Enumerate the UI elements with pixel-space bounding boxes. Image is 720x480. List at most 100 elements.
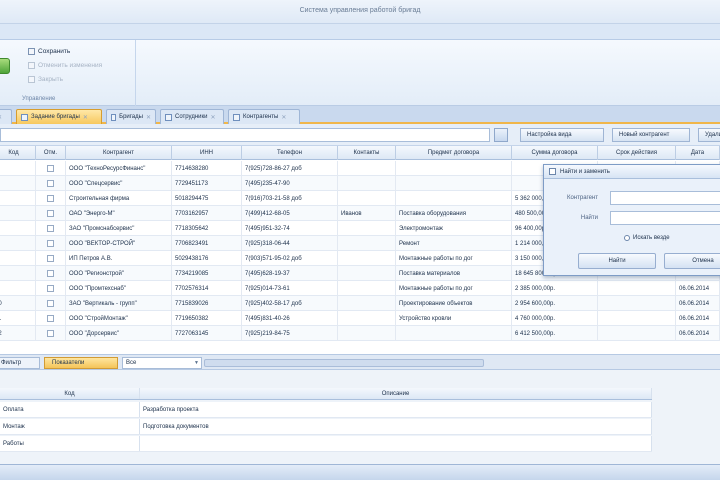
row-checkbox[interactable] bbox=[47, 300, 54, 307]
details-cell: Подготовка документов bbox=[140, 419, 652, 434]
table-row[interactable]: 11 ООО "СтройМонтаж"77196503827(495)831-4… bbox=[0, 311, 720, 326]
row-checkbox[interactable] bbox=[47, 285, 54, 292]
table-cell: 7734219085 bbox=[172, 266, 242, 281]
table-row[interactable]: 9 ООО "Промтехснаб"77025763147(925)014-73… bbox=[0, 281, 720, 296]
row-checkbox-cell[interactable] bbox=[36, 191, 66, 206]
row-checkbox-cell[interactable] bbox=[36, 311, 66, 326]
chevron-down-icon: ▼ bbox=[194, 360, 199, 366]
dialog-field1-input[interactable] bbox=[610, 191, 720, 205]
delete-button[interactable]: Удалить bbox=[698, 128, 720, 142]
document-tabs: ✕ Задание бригады ✕ Бригады ✕ Сотрудники… bbox=[0, 106, 720, 124]
new-contractor-button[interactable]: Новый контрагент bbox=[612, 128, 690, 142]
row-checkbox[interactable] bbox=[47, 270, 54, 277]
table-cell bbox=[598, 296, 676, 311]
row-checkbox[interactable] bbox=[47, 255, 54, 262]
row-checkbox[interactable] bbox=[47, 330, 54, 337]
row-checkbox[interactable] bbox=[47, 195, 54, 202]
tab-contractors[interactable]: Контрагенты ✕ bbox=[228, 109, 300, 124]
table-row[interactable]: 10 ЗАО "Вертикаль - групп"77158390267(925… bbox=[0, 296, 720, 311]
dialog-checkbox[interactable] bbox=[549, 168, 556, 175]
table-cell: 7715839026 bbox=[172, 296, 242, 311]
row-checkbox[interactable] bbox=[47, 180, 54, 187]
table-cell bbox=[338, 176, 396, 191]
table-cell: Ремонт bbox=[396, 236, 512, 251]
column-header[interactable]: Срок действия bbox=[598, 146, 676, 160]
details-row[interactable]: Оплата Разработка проекта bbox=[0, 402, 652, 418]
column-header[interactable]: Предмет договора bbox=[396, 146, 512, 160]
tab-filter[interactable]: Фильтр bbox=[0, 357, 40, 369]
tab-icon bbox=[233, 113, 240, 121]
row-checkbox-cell[interactable] bbox=[36, 251, 66, 266]
column-header[interactable]: Контрагент bbox=[66, 146, 172, 160]
grid-header: Код Отм. Контрагент ИНН Телефон Контакты… bbox=[0, 146, 720, 160]
search-icon[interactable] bbox=[494, 128, 508, 142]
details-row[interactable]: Монтаж Подготовка документов bbox=[0, 419, 652, 435]
tab-close-icon[interactable]: ✕ bbox=[146, 114, 151, 121]
row-checkbox-cell[interactable] bbox=[36, 176, 66, 191]
row-checkbox-cell[interactable] bbox=[36, 281, 66, 296]
row-checkbox[interactable] bbox=[47, 315, 54, 322]
tab-label: Бригады bbox=[119, 114, 143, 120]
row-checkbox[interactable] bbox=[47, 210, 54, 217]
tab-label: Задание бригады bbox=[31, 114, 80, 120]
tab-close-icon[interactable]: ✕ bbox=[281, 114, 286, 121]
tab-icon bbox=[21, 113, 28, 121]
table-cell: Поставка материалов bbox=[396, 266, 512, 281]
status-bar bbox=[0, 464, 720, 480]
table-cell: 3 bbox=[0, 191, 36, 206]
column-header[interactable]: Телефон bbox=[242, 146, 338, 160]
row-checkbox-cell[interactable] bbox=[36, 161, 66, 176]
tab-label: Показатели bbox=[52, 360, 85, 366]
table-cell: 7706823491 bbox=[172, 236, 242, 251]
column-header[interactable]: Описание bbox=[140, 388, 652, 399]
details-cell: Оплата bbox=[0, 402, 140, 417]
save-button[interactable]: Сохранить bbox=[28, 46, 70, 56]
horizontal-scrollbar[interactable] bbox=[204, 359, 484, 367]
details-row[interactable]: Работы bbox=[0, 436, 652, 452]
close-button[interactable]: Закрыть bbox=[28, 74, 63, 84]
tab-indicators[interactable]: Показатели bbox=[44, 357, 118, 369]
column-header[interactable]: Сумма договора bbox=[512, 146, 598, 160]
tab-home[interactable]: ✕ bbox=[0, 109, 12, 124]
table-cell bbox=[338, 236, 396, 251]
row-checkbox-cell[interactable] bbox=[36, 296, 66, 311]
tab-close-icon[interactable]: ✕ bbox=[0, 114, 2, 121]
cancel-button[interactable]: Отмена bbox=[664, 253, 720, 269]
row-checkbox-cell[interactable] bbox=[36, 326, 66, 341]
search-input[interactable] bbox=[0, 128, 490, 142]
row-checkbox-cell[interactable] bbox=[36, 266, 66, 281]
view-select[interactable]: Все ▼ bbox=[122, 357, 202, 369]
column-header[interactable]: Дата bbox=[676, 146, 720, 160]
search-everywhere-option[interactable]: Искать везде bbox=[624, 235, 670, 241]
column-header[interactable]: Код bbox=[0, 146, 36, 160]
table-row[interactable]: 12 ООО "Дорсервис"77270631457(925)219-84-… bbox=[0, 326, 720, 341]
table-cell: ООО "СтройМонтаж" bbox=[66, 311, 172, 326]
column-header[interactable]: Контакты bbox=[338, 146, 396, 160]
table-cell: 2 bbox=[0, 176, 36, 191]
close-icon bbox=[28, 75, 35, 83]
undo-changes-button[interactable]: Отменить изменения bbox=[28, 60, 102, 70]
find-button[interactable]: Найти bbox=[578, 253, 656, 269]
tab-employees[interactable]: Сотрудники ✕ bbox=[160, 109, 224, 124]
row-checkbox[interactable] bbox=[47, 225, 54, 232]
table-cell: 2 954 600,00р. bbox=[512, 296, 598, 311]
column-header[interactable]: ИНН bbox=[172, 146, 242, 160]
tab-close-icon[interactable]: ✕ bbox=[211, 114, 216, 121]
row-checkbox[interactable] bbox=[47, 165, 54, 172]
view-settings-button[interactable]: Настройка вида bbox=[520, 128, 604, 142]
tab-brigade-task[interactable]: Задание бригады ✕ bbox=[16, 109, 102, 124]
column-header[interactable]: Код bbox=[0, 388, 140, 399]
column-header[interactable]: Отм. bbox=[36, 146, 66, 160]
dialog-field2-input[interactable] bbox=[610, 211, 720, 225]
row-checkbox[interactable] bbox=[47, 240, 54, 247]
row-checkbox-cell[interactable] bbox=[36, 206, 66, 221]
table-cell: 06.06.2014 bbox=[676, 326, 720, 341]
row-checkbox-cell[interactable] bbox=[36, 236, 66, 251]
tab-close-icon[interactable]: ✕ bbox=[83, 114, 88, 121]
tab-brigades[interactable]: Бригады ✕ bbox=[106, 109, 156, 124]
dialog-title: Найти и заменить bbox=[560, 168, 610, 175]
table-cell: ОАО "Энерго-М" bbox=[66, 206, 172, 221]
big-ribbon-button[interactable] bbox=[0, 48, 14, 84]
table-cell: 10 bbox=[0, 296, 36, 311]
row-checkbox-cell[interactable] bbox=[36, 221, 66, 236]
